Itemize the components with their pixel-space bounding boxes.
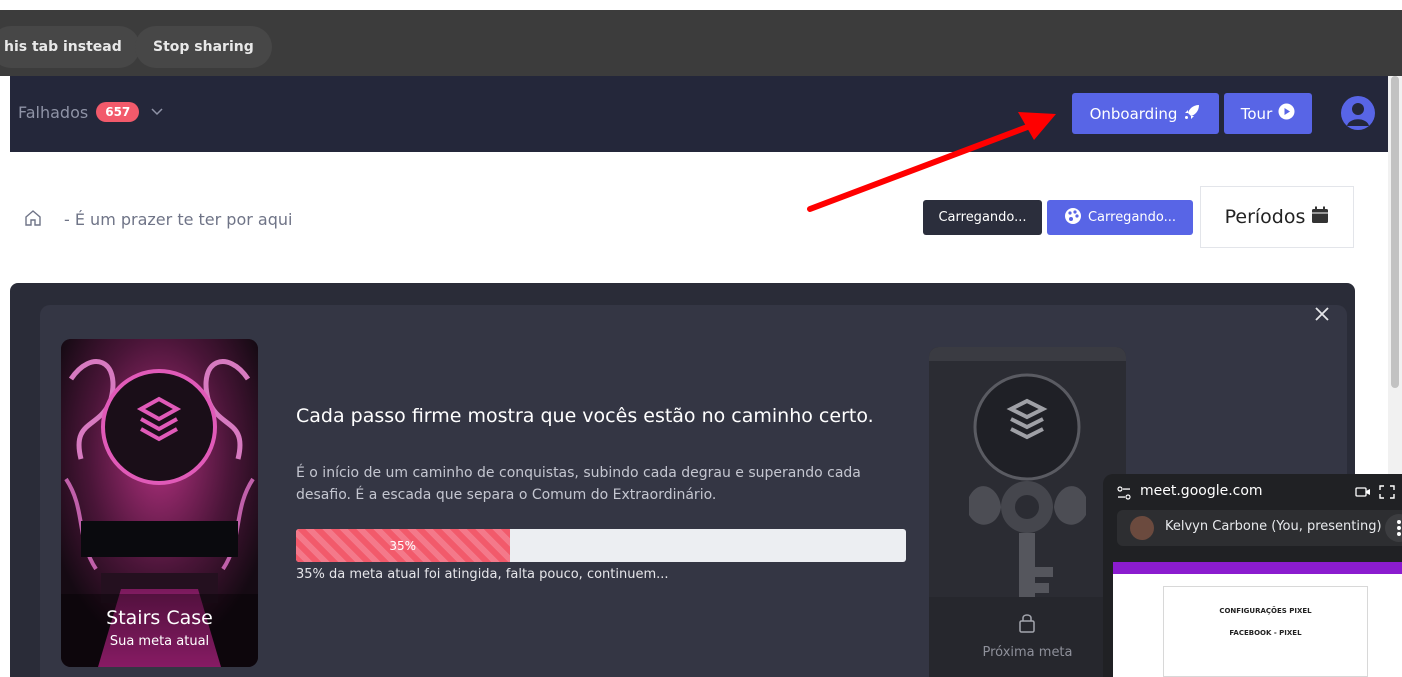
failed-count-badge: 657 bbox=[96, 102, 140, 122]
expand-icon[interactable] bbox=[1379, 484, 1395, 499]
participant-avatar bbox=[1130, 516, 1154, 540]
palette-icon bbox=[1064, 207, 1082, 229]
goal-headline: Cada passo firme mostra que vocês estão … bbox=[296, 405, 874, 427]
screen-share-bar: his tab instead Stop sharing bbox=[0, 0, 1402, 76]
shared-screen-preview: CONFIGURAÇÕES PIXEL FACEBOOK - PIXEL bbox=[1113, 562, 1402, 677]
onboarding-button[interactable]: Onboarding bbox=[1072, 93, 1219, 134]
next-goal-label: Próxima meta bbox=[982, 645, 1073, 660]
goal-progress-caption: 35% da meta atual foi atingida, falta po… bbox=[296, 567, 669, 582]
tour-button[interactable]: Tour bbox=[1224, 93, 1312, 134]
scrollbar-thumb[interactable] bbox=[1391, 76, 1399, 388]
stop-sharing-button[interactable]: Stop sharing bbox=[135, 26, 272, 68]
user-avatar-icon[interactable] bbox=[1341, 96, 1375, 130]
current-goal-subtitle: Sua meta atual bbox=[109, 634, 210, 649]
loading-blue-button[interactable]: Carregando... bbox=[1047, 200, 1193, 235]
current-goal-card: Stairs Case Sua meta atual bbox=[61, 339, 258, 667]
page-toolbar: - É um prazer te ter por aqui Carregando… bbox=[10, 152, 1390, 280]
preview-top-bar bbox=[1113, 562, 1402, 574]
next-goal-card: Próxima meta bbox=[929, 347, 1126, 677]
preview-title: CONFIGURAÇÕES PIXEL bbox=[1219, 607, 1312, 615]
lock-icon bbox=[1017, 612, 1037, 634]
onboarding-label: Onboarding bbox=[1089, 104, 1178, 123]
screen: his tab instead Stop sharing Falhados 65… bbox=[0, 0, 1402, 677]
meet-participant-row: Kelvyn Carbone (You, presenting) bbox=[1117, 510, 1402, 546]
breadcrumb-welcome-text: - É um prazer te ter por aqui bbox=[64, 210, 293, 229]
loading-dark-button[interactable]: Carregando... bbox=[923, 200, 1042, 235]
calendar-icon bbox=[1311, 206, 1329, 229]
periods-label: Períodos bbox=[1224, 206, 1306, 228]
share-this-tab-button[interactable]: his tab instead bbox=[0, 26, 140, 68]
camera-icon[interactable] bbox=[1355, 484, 1371, 498]
preview-subtitle: FACEBOOK - PIXEL bbox=[1229, 629, 1302, 637]
site-info-icon[interactable] bbox=[1117, 485, 1131, 500]
loading-blue-label: Carregando... bbox=[1087, 210, 1177, 225]
share-bar-top-edge bbox=[0, 0, 1402, 10]
page-scrollbar[interactable] bbox=[1388, 76, 1402, 476]
chevron-down-icon bbox=[151, 105, 163, 119]
tour-label: Tour bbox=[1240, 104, 1273, 123]
goal-description: É o início de um caminho de conquistas, … bbox=[296, 465, 861, 503]
app-header: Falhados 657 Onboarding Tour bbox=[10, 76, 1390, 152]
meet-pip-window: meet.google.com Kelvyn Carbone (You, pre… bbox=[1103, 474, 1402, 677]
preview-document: CONFIGURAÇÕES PIXEL FACEBOOK - PIXEL bbox=[1163, 586, 1368, 677]
meet-url: meet.google.com bbox=[1140, 483, 1263, 499]
failed-label: Falhados bbox=[18, 102, 89, 122]
participant-name: Kelvyn Carbone (You, presenting) bbox=[1165, 519, 1382, 534]
goal-progress-bar: 35% bbox=[296, 529, 906, 562]
periods-button[interactable]: Períodos bbox=[1200, 186, 1354, 248]
play-circle-icon bbox=[1278, 103, 1295, 124]
failed-dropdown[interactable]: Falhados 657 bbox=[18, 102, 163, 122]
close-icon[interactable] bbox=[1310, 302, 1334, 326]
current-goal-title: Stairs Case bbox=[106, 607, 213, 629]
home-icon[interactable] bbox=[24, 209, 42, 227]
rocket-icon bbox=[1183, 103, 1201, 125]
more-options-icon[interactable] bbox=[1385, 514, 1402, 542]
goal-progress-fill: 35% bbox=[296, 529, 510, 562]
